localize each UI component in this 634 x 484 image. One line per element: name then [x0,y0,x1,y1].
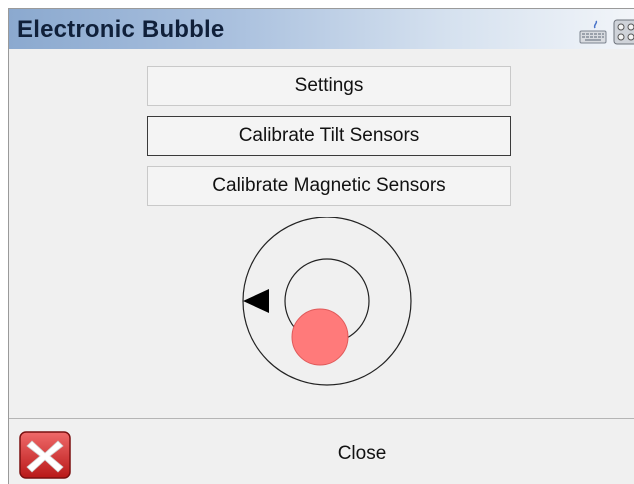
close-button[interactable]: Close [309,443,415,465]
calibrate-magnetic-sensors-button[interactable]: Calibrate Magnetic Sensors [147,166,511,206]
window-title: Electronic Bubble [17,16,225,43]
bubble-indicator [291,308,349,366]
red-x-close-icon[interactable] [17,429,73,481]
app-window: Electronic Bubble Settings Calibrate Til… [8,8,634,484]
bubble-level-display [242,217,412,386]
footer-bar: Close [9,418,634,484]
settings-button[interactable]: Settings [147,66,511,106]
title-bar: Electronic Bubble [9,9,634,49]
menu-grid-icon[interactable] [613,19,634,45]
keyboard-icon[interactable] [579,19,607,45]
direction-arrow-icon [243,289,269,313]
calibrate-tilt-sensors-button[interactable]: Calibrate Tilt Sensors [147,116,511,156]
